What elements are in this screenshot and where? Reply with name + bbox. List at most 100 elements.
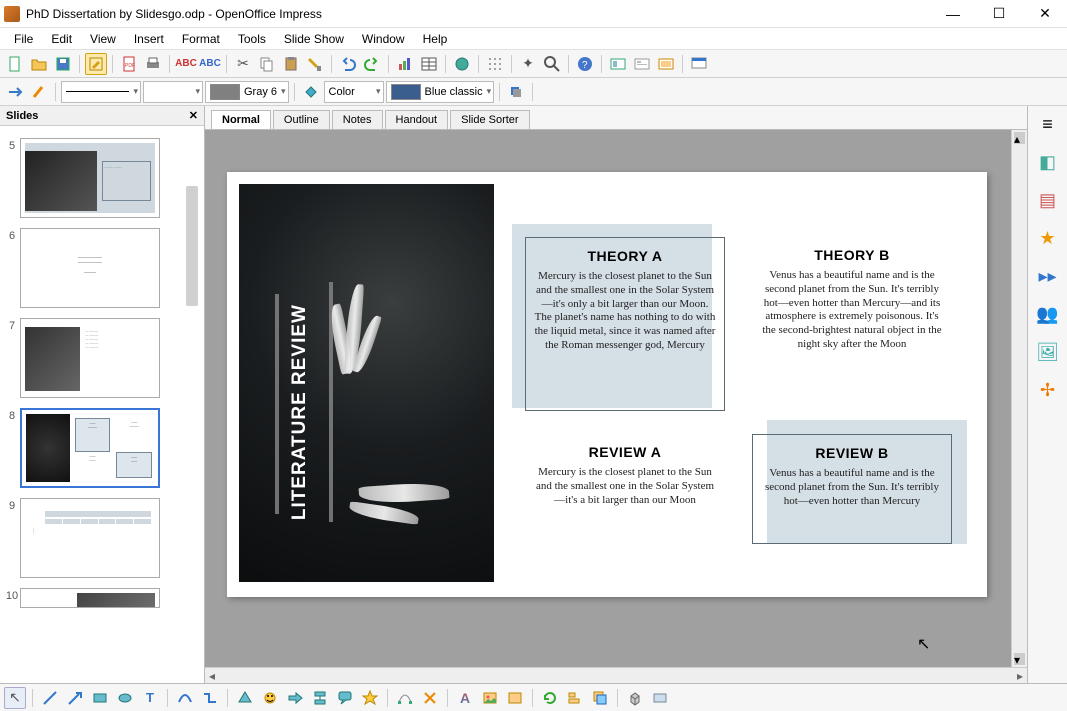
basic-shapes-tool[interactable]: [234, 687, 256, 709]
export-pdf-button[interactable]: PDF: [118, 53, 140, 75]
callouts-tool[interactable]: [334, 687, 356, 709]
fontwork-tool[interactable]: A: [454, 687, 476, 709]
menu-view[interactable]: View: [82, 30, 124, 48]
connector-tool[interactable]: [199, 687, 221, 709]
horizontal-scrollbar[interactable]: ◂ ▸: [205, 667, 1027, 683]
fill-style-select[interactable]: Color▾: [324, 81, 384, 103]
minimize-button[interactable]: —: [939, 4, 967, 24]
format-paintbrush-button[interactable]: [304, 53, 326, 75]
print-button[interactable]: [142, 53, 164, 75]
slide-list[interactable]: 5 —— —— 6 ——————————————— 7 — ———— ———— …: [0, 126, 204, 683]
arrange-tool[interactable]: [589, 687, 611, 709]
grid-button[interactable]: [484, 53, 506, 75]
slide-thumb-9[interactable]: 9 ——: [4, 498, 200, 578]
copy-button[interactable]: [256, 53, 278, 75]
gallery-icon[interactable]: 👥: [1036, 302, 1060, 326]
flowchart-tool[interactable]: [309, 687, 331, 709]
menu-edit[interactable]: Edit: [43, 30, 80, 48]
gluepoints-tool[interactable]: [419, 687, 441, 709]
tab-sorter[interactable]: Slide Sorter: [450, 110, 529, 129]
interaction-tool[interactable]: [649, 687, 671, 709]
area-fill-button[interactable]: [300, 81, 322, 103]
menu-window[interactable]: Window: [354, 30, 413, 48]
slide-thumb-5[interactable]: 5 —— ——: [4, 138, 200, 218]
properties-icon[interactable]: ◧: [1036, 150, 1060, 174]
arrow-style-button[interactable]: [4, 81, 26, 103]
extrusion-tool[interactable]: [624, 687, 646, 709]
arrow-tool[interactable]: [64, 687, 86, 709]
fill-color-select[interactable]: Blue classic▾: [386, 81, 495, 103]
edit-file-button[interactable]: [85, 53, 107, 75]
rectangle-tool[interactable]: [89, 687, 111, 709]
box-theory-b[interactable]: THEORY B Venus has a beautiful name and …: [752, 237, 952, 411]
menu-tools[interactable]: Tools: [230, 30, 274, 48]
box-review-b[interactable]: REVIEW B Venus has a beautiful name and …: [752, 434, 952, 544]
block-arrows-tool[interactable]: [284, 687, 306, 709]
line-style-select[interactable]: ▾: [61, 81, 141, 103]
close-button[interactable]: ✕: [1031, 4, 1059, 24]
styles-icon[interactable]: 🖼: [1036, 340, 1060, 364]
canvas[interactable]: LITERATURE REVIEW THEORY A Mercury is th…: [205, 130, 1027, 667]
chart-button[interactable]: [394, 53, 416, 75]
menu-insert[interactable]: Insert: [126, 30, 172, 48]
hyperlink-button[interactable]: [451, 53, 473, 75]
custom-animation-icon[interactable]: ★: [1036, 226, 1060, 250]
menu-format[interactable]: Format: [174, 30, 228, 48]
redo-button[interactable]: [361, 53, 383, 75]
rotate-tool[interactable]: [539, 687, 561, 709]
tab-normal[interactable]: Normal: [211, 110, 271, 129]
start-slideshow-button[interactable]: [688, 53, 710, 75]
slide-stage[interactable]: LITERATURE REVIEW THEORY A Mercury is th…: [227, 172, 987, 597]
align-tool[interactable]: [564, 687, 586, 709]
symbol-shapes-tool[interactable]: [259, 687, 281, 709]
insert-av-tool[interactable]: [504, 687, 526, 709]
curve-tool[interactable]: [174, 687, 196, 709]
select-tool[interactable]: ↖: [4, 687, 26, 709]
line-color-select[interactable]: Gray 6▾: [205, 81, 289, 103]
line-tool[interactable]: [39, 687, 61, 709]
help-button[interactable]: ?: [574, 53, 596, 75]
autospell-button[interactable]: ABC: [199, 53, 221, 75]
slide-transition-icon[interactable]: ▸▸: [1036, 264, 1060, 288]
box-review-a[interactable]: REVIEW A Mercury is the closest planet t…: [525, 434, 725, 544]
shadow-button[interactable]: [505, 81, 527, 103]
zoom-button[interactable]: [541, 53, 563, 75]
box-theory-a[interactable]: THEORY A Mercury is the closest planet t…: [525, 237, 725, 411]
slide-master-button[interactable]: [655, 53, 677, 75]
cut-button[interactable]: ✂: [232, 53, 254, 75]
tab-outline[interactable]: Outline: [273, 110, 330, 129]
line-style-button[interactable]: [28, 81, 50, 103]
stars-tool[interactable]: [359, 687, 381, 709]
open-button[interactable]: [28, 53, 50, 75]
navigator-button[interactable]: ✦: [517, 53, 539, 75]
panel-close-icon[interactable]: ✕: [189, 109, 198, 122]
slide-thumb-7[interactable]: 7 — ———— ———— ———— ———— ———: [4, 318, 200, 398]
tab-notes[interactable]: Notes: [332, 110, 383, 129]
new-doc-button[interactable]: [4, 53, 26, 75]
menu-help[interactable]: Help: [415, 30, 456, 48]
save-button[interactable]: [52, 53, 74, 75]
menu-slideshow[interactable]: Slide Show: [276, 30, 352, 48]
menu-file[interactable]: File: [6, 30, 41, 48]
tab-handout[interactable]: Handout: [385, 110, 449, 129]
ellipse-tool[interactable]: [114, 687, 136, 709]
undo-button[interactable]: [337, 53, 359, 75]
slide-thumb-8[interactable]: 8 ——————————————————: [4, 408, 200, 488]
maximize-button[interactable]: ☐: [985, 4, 1013, 24]
table-button[interactable]: [418, 53, 440, 75]
from-file-tool[interactable]: [479, 687, 501, 709]
spellcheck-button[interactable]: ABC: [175, 53, 197, 75]
slide-image-panel[interactable]: LITERATURE REVIEW: [239, 184, 494, 582]
slide-panel-scrollbar[interactable]: [186, 186, 198, 306]
vertical-scrollbar[interactable]: ▴▾: [1011, 130, 1027, 667]
taskpane-toggle-icon[interactable]: ≡: [1036, 112, 1060, 136]
master-pages-icon[interactable]: ▤: [1036, 188, 1060, 212]
text-tool[interactable]: T: [139, 687, 161, 709]
line-width-select[interactable]: ▾: [143, 81, 203, 103]
slide-thumb-6[interactable]: 6 ———————————————: [4, 228, 200, 308]
slide-design-button[interactable]: [607, 53, 629, 75]
navigator-sidebar-icon[interactable]: ✢: [1036, 378, 1060, 402]
points-tool[interactable]: [394, 687, 416, 709]
slide-thumb-10[interactable]: 10: [4, 588, 200, 608]
paste-button[interactable]: [280, 53, 302, 75]
